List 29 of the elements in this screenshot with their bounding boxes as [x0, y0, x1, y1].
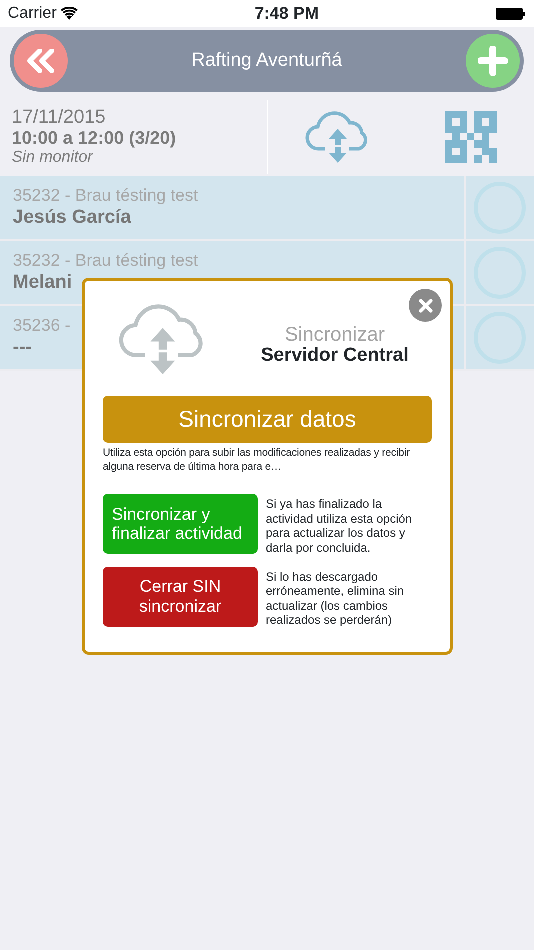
screen-title: Rafting Aventurñá [192, 48, 342, 73]
sync-button[interactable]: Sincronizar datos [103, 396, 432, 443]
close-icon [418, 298, 432, 312]
monitor-label: Sin monitor [12, 149, 94, 168]
participant-name: Jesús García [13, 206, 132, 230]
double-chevron-icon [27, 49, 55, 73]
participant-name: Melani [13, 271, 72, 295]
dialog-title: Servidor Central [260, 346, 410, 367]
participant-name: --- [13, 336, 32, 360]
carrier-name: Carrier [8, 4, 57, 24]
session-time: 10:00 a 12:00 (3/20) [12, 128, 178, 150]
booking-text: 35232 - Brau tésting test [13, 185, 198, 206]
plus-icon [478, 46, 508, 76]
session-date: 17/11/2015 [12, 106, 107, 128]
action-description: Si ya has finalizado la actividad utiliza esta opción para actualizar los datos y darla por concluida. [266, 496, 414, 555]
close-button[interactable] [409, 289, 442, 322]
sync-description: Utiliza esta opción para subir las modificaciones realizadas y recibir alguna reserva de última hora para e… [103, 446, 411, 474]
dialog-subtitle: Sincronizar [284, 324, 386, 346]
finish-button[interactable]: Sincronizar y finalizar actividad [103, 494, 258, 554]
action-description: Si lo has descargado erróneamente, elimina sin actualizar (los cambios realizados se perderán) [266, 568, 406, 628]
close-without-sync-button[interactable]: Cerrar SIN sincronizar [103, 566, 258, 627]
wifi-icon [60, 7, 78, 20]
back-button[interactable] [14, 34, 68, 88]
clock: 7:48 PM [254, 2, 320, 25]
booking-text: 35236 - [13, 315, 71, 336]
battery-icon [496, 8, 526, 20]
add-button[interactable] [466, 34, 520, 88]
qr-code-icon[interactable] [445, 111, 497, 163]
booking-text: 35232 - Brau tésting test [13, 250, 198, 272]
